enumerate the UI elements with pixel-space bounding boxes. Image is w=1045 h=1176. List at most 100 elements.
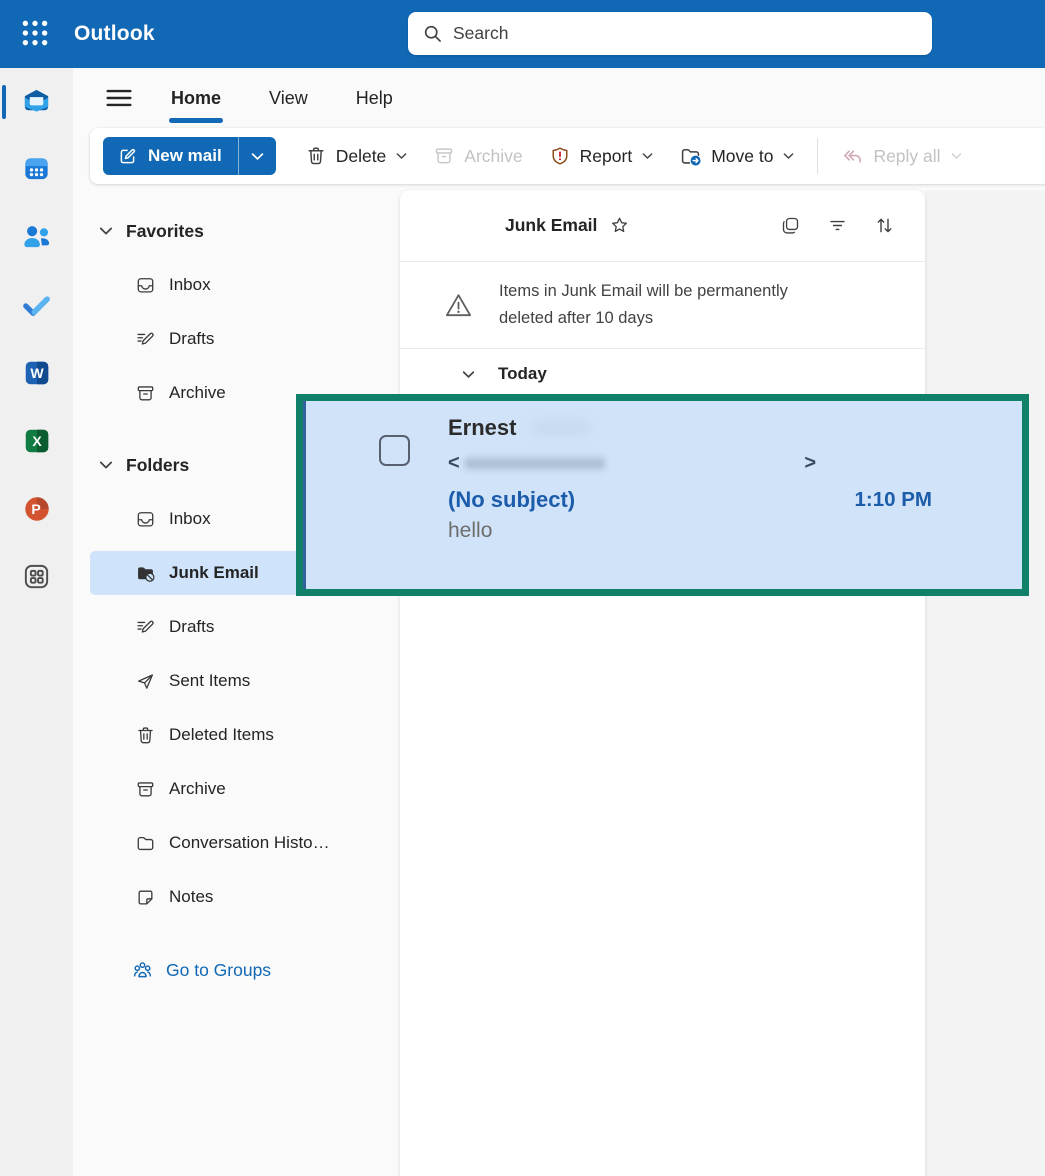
email-content: Ernest xxxxxx < xxxxxxxxxxxxxx > (No sub…	[448, 409, 1008, 543]
address-close-bracket: >	[804, 452, 816, 475]
rail-item-powerpoint[interactable]: P	[0, 476, 73, 544]
email-select-checkbox[interactable]	[379, 435, 410, 466]
groups-people-icon	[131, 959, 154, 982]
rail-item-more-apps[interactable]	[0, 544, 73, 612]
search-input[interactable]	[453, 23, 918, 44]
todo-check-icon	[21, 289, 52, 323]
sidebar-item-notes[interactable]: Notes	[90, 870, 367, 924]
hamburger-icon	[103, 102, 135, 117]
reply-all-button[interactable]: Reply all	[828, 136, 974, 176]
email-sender-name: Ernest	[448, 415, 516, 441]
search-icon	[422, 23, 443, 44]
tab-view[interactable]: View	[245, 68, 332, 128]
new-mail-button[interactable]: New mail	[103, 137, 238, 175]
junk-retention-warning: Items in Junk Email will be permanently …	[400, 262, 925, 348]
app-rail: W X P	[0, 68, 73, 1176]
sidebar-item-label: Inbox	[169, 509, 211, 529]
move-to-label: Move to	[711, 146, 773, 167]
report-button[interactable]: Report	[536, 136, 667, 176]
selection-indicator-bar	[303, 401, 306, 589]
sidebar-item-label: Archive	[169, 383, 226, 403]
go-to-groups-link[interactable]: Go to Groups	[90, 943, 367, 997]
sidebar-item-conversation-history[interactable]: Conversation Histo…	[90, 816, 367, 870]
rail-item-calendar[interactable]	[0, 136, 73, 204]
svg-text:X: X	[32, 433, 42, 449]
sidebar-item-drafts[interactable]: Drafts	[90, 600, 367, 654]
move-to-button[interactable]: Move to	[666, 136, 807, 176]
archive-icon	[433, 145, 455, 167]
sidebar-item-drafts-favorite[interactable]: Drafts	[90, 312, 367, 366]
toolbar: New mail Delete	[90, 128, 1045, 184]
reply-all-label: Reply all	[873, 146, 940, 167]
new-mail-split-button: New mail	[103, 137, 276, 175]
trash-icon	[305, 145, 327, 167]
archive-icon	[135, 779, 156, 800]
message-list-header: Junk Email	[400, 190, 925, 261]
archive-label: Archive	[464, 146, 522, 167]
today-group-header[interactable]: Today	[400, 349, 925, 399]
toolbar-divider	[817, 138, 818, 174]
sent-icon	[135, 671, 156, 692]
tab-home[interactable]: Home	[147, 68, 245, 128]
junk-folder-icon	[135, 563, 156, 584]
sidebar-item-archive[interactable]: Archive	[90, 762, 367, 816]
rail-item-people[interactable]	[0, 204, 73, 272]
report-label: Report	[580, 146, 633, 167]
word-icon: W	[22, 358, 52, 391]
top-bar: Outlook	[0, 0, 1045, 68]
search-box[interactable]	[408, 12, 932, 55]
favorites-title: Favorites	[126, 221, 204, 242]
filter-button[interactable]	[827, 215, 848, 236]
highlighted-email-item[interactable]: Ernest xxxxxx < xxxxxxxxxxxxxx > (No sub…	[296, 394, 1029, 596]
sidebar-item-label: Conversation Histo…	[169, 833, 330, 853]
favorites-section-header[interactable]: Favorites	[73, 204, 400, 258]
archive-button[interactable]: Archive	[420, 136, 535, 176]
email-address-redacted: xxxxxxxxxxxxxx	[466, 453, 606, 473]
delete-label: Delete	[336, 146, 387, 167]
app-launcher-button[interactable]	[12, 11, 58, 57]
select-messages-button[interactable]	[780, 215, 801, 236]
email-preview: hello	[448, 519, 1008, 543]
delete-button[interactable]: Delete	[292, 136, 421, 176]
rail-item-word[interactable]: W	[0, 340, 73, 408]
sidebar-item-sent-items[interactable]: Sent Items	[90, 654, 367, 708]
svg-text:P: P	[31, 501, 40, 517]
go-to-groups-label: Go to Groups	[166, 960, 271, 981]
chevron-down-icon	[99, 460, 113, 470]
trash-icon	[135, 725, 156, 746]
new-mail-dropdown-button[interactable]	[238, 137, 276, 175]
email-subject: (No subject)	[448, 487, 575, 513]
folder-icon	[135, 833, 156, 854]
compose-icon	[117, 146, 138, 167]
email-address-row: < xxxxxxxxxxxxxx >	[448, 446, 816, 480]
tab-help-label: Help	[356, 88, 393, 108]
sidebar-item-inbox-favorite[interactable]: Inbox	[90, 258, 367, 312]
favorite-star-button[interactable]	[609, 215, 630, 236]
svg-text:W: W	[30, 365, 44, 381]
sidebar-item-label: Inbox	[169, 275, 211, 295]
address-open-bracket: <	[448, 452, 460, 475]
mail-icon	[21, 85, 52, 119]
filter-icon	[827, 215, 848, 236]
tab-help[interactable]: Help	[332, 68, 417, 128]
hamburger-button[interactable]	[103, 82, 135, 114]
email-sender-redacted: xxxxxx	[532, 417, 589, 439]
outlook-app: Outlook	[0, 0, 1045, 1176]
app-title: Outlook	[74, 22, 155, 46]
sidebar-item-label: Notes	[169, 887, 213, 907]
warning-triangle-icon	[443, 290, 474, 321]
drafts-icon	[135, 617, 156, 638]
sidebar-item-label: Sent Items	[169, 671, 250, 691]
chevron-down-icon	[99, 226, 113, 236]
reply-all-icon	[841, 145, 864, 168]
email-time: 1:10 PM	[855, 488, 932, 512]
list-header-actions	[780, 215, 895, 236]
rail-item-excel[interactable]: X	[0, 408, 73, 476]
rail-item-todo[interactable]	[0, 272, 73, 340]
people-icon	[21, 221, 52, 255]
rail-item-mail[interactable]	[0, 68, 73, 136]
folders-title: Folders	[126, 455, 189, 476]
sort-button[interactable]	[874, 215, 895, 236]
sidebar-item-deleted-items[interactable]: Deleted Items	[90, 708, 367, 762]
excel-icon: X	[22, 426, 52, 459]
